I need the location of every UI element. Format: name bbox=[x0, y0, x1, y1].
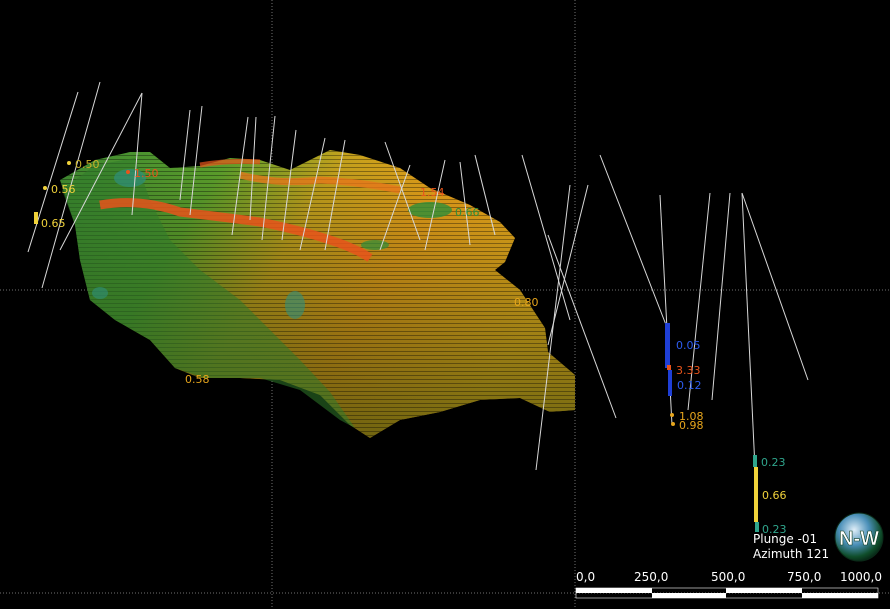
grade-label: 1.54 bbox=[420, 186, 445, 199]
grade-label: 0.23 bbox=[761, 456, 786, 469]
grade-label: 0.80 bbox=[514, 296, 539, 309]
scale-bar bbox=[575, 587, 879, 599]
grade-label: 0.50 bbox=[75, 158, 100, 171]
plunge-readout: Plunge -01 bbox=[753, 532, 818, 546]
grade-label: 0.58 bbox=[185, 373, 210, 386]
grade-label: 1.50 bbox=[134, 167, 159, 180]
grade-label: 0.05 bbox=[676, 339, 701, 352]
grade-label: 0.12 bbox=[677, 379, 702, 392]
grade-label: 3.33 bbox=[676, 364, 701, 377]
grade-label: 0.66 bbox=[455, 206, 480, 219]
compass-letters: N-W bbox=[839, 528, 879, 550]
3d-viewport[interactable]: 0.50 0.56 0.65 1.50 1.54 0.66 0.80 0.58 … bbox=[0, 0, 890, 609]
grade-label: 0.98 bbox=[679, 419, 704, 432]
grade-label: 0.56 bbox=[51, 183, 76, 196]
orebody-model[interactable] bbox=[60, 150, 575, 438]
grade-label: 0.66 bbox=[762, 489, 787, 502]
view-orientation: Plunge -01 Azimuth 121 bbox=[753, 532, 829, 562]
grade-label: 0.65 bbox=[41, 217, 66, 230]
azimuth-readout: Azimuth 121 bbox=[753, 547, 830, 561]
compass-globe-icon[interactable]: N-W bbox=[834, 512, 884, 562]
